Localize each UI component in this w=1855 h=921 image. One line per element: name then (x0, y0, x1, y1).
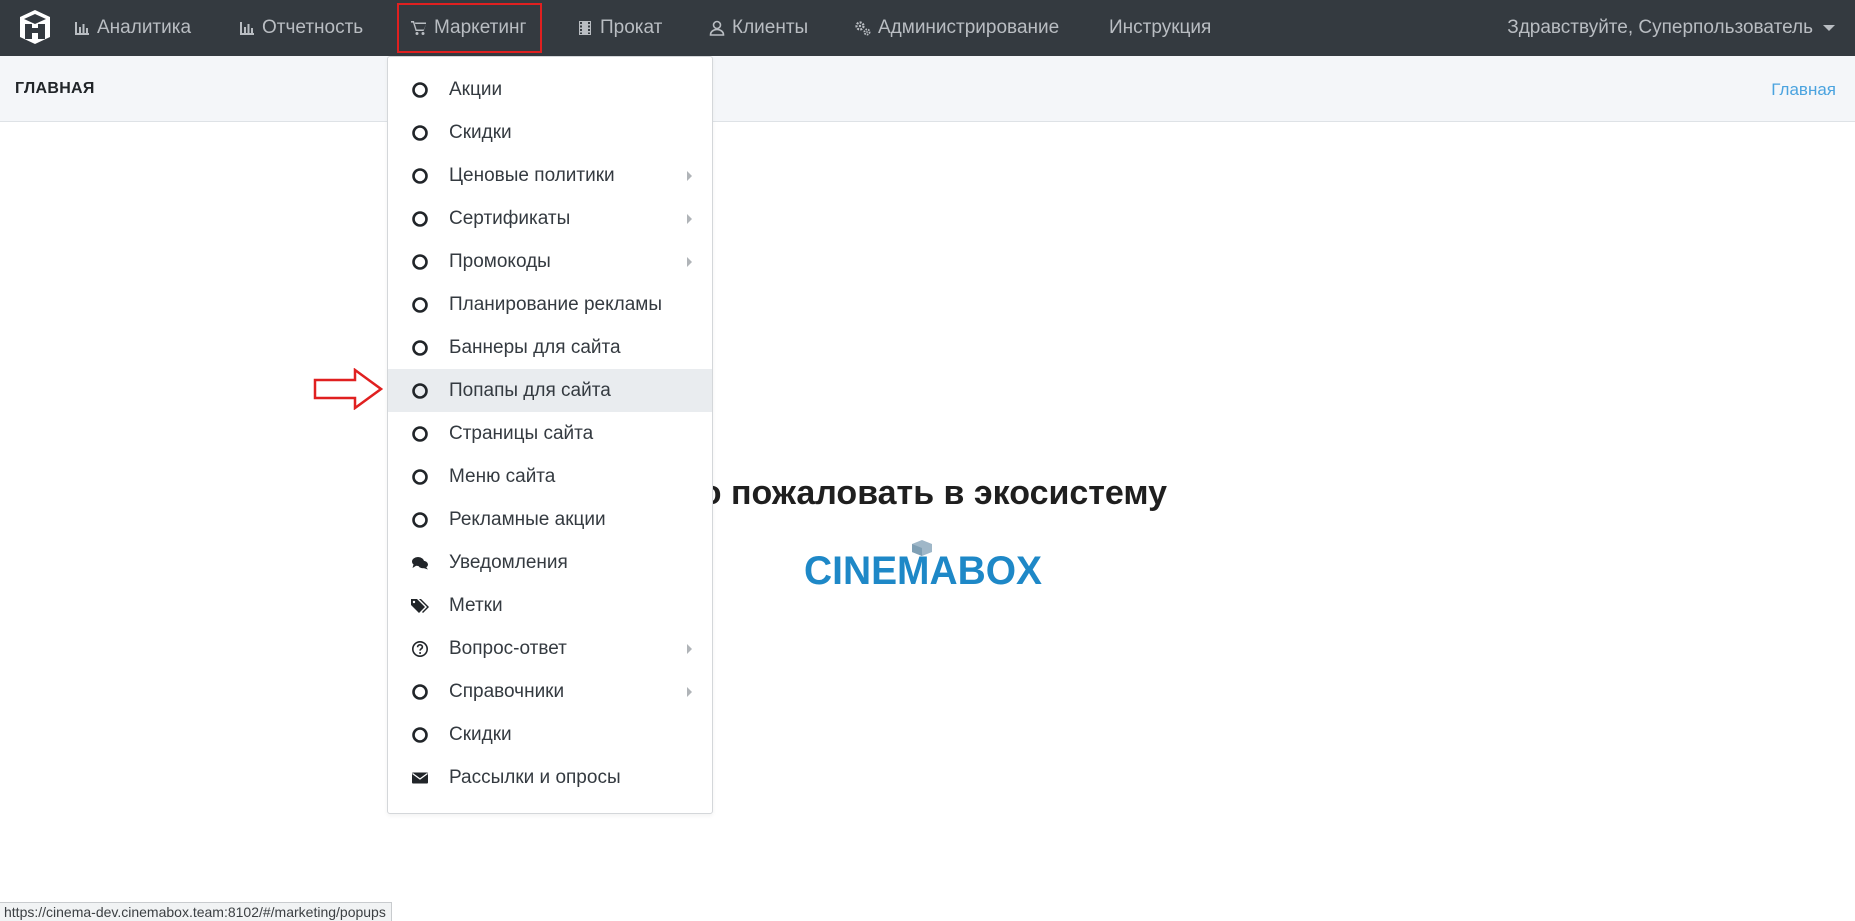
user-menu[interactable]: Здравствуйте, Суперпользователь (1507, 0, 1835, 56)
circle-outline-icon (411, 726, 429, 744)
menu-item-label: Меню сайта (449, 466, 556, 487)
circle-outline-icon (411, 339, 429, 357)
submenu-arrow-icon (687, 214, 692, 224)
app-logo-icon[interactable] (18, 9, 52, 45)
menu-item-label: Вопрос-ответ (449, 638, 567, 659)
circle-outline-icon (411, 296, 429, 314)
bar-chart-icon (75, 22, 89, 35)
nav-label: Маркетинг (434, 17, 527, 38)
menu-item-label: Планирование рекламы (449, 294, 662, 315)
film-icon (579, 21, 591, 35)
bar-chart-icon (240, 22, 254, 35)
nav-analytics[interactable]: Аналитика (74, 0, 191, 56)
nav-label: Прокат (600, 17, 663, 38)
menu-item-tags[interactable]: Метки (388, 584, 712, 627)
nav-reports[interactable]: Отчетность (239, 0, 363, 56)
cart-icon (411, 21, 426, 35)
menu-item-site-banners[interactable]: Баннеры для сайта (388, 326, 712, 369)
menu-item-ad-campaigns[interactable]: Рекламные акции (388, 498, 712, 541)
user-icon (709, 20, 725, 36)
brand-text: CINEMABOX (804, 549, 1042, 590)
menu-item-label: Уведомления (449, 552, 568, 573)
menu-item-label: Сертификаты (449, 208, 571, 229)
menu-item-discounts-2[interactable]: Скидки (388, 713, 712, 756)
top-navbar: Аналитика Отчетность Маркетинг Прокат Кл… (0, 0, 1855, 56)
submenu-arrow-icon (687, 644, 692, 654)
content-header: ГЛАВНАЯ Главная (0, 56, 1855, 122)
user-greeting: Здравствуйте, Суперпользователь (1507, 17, 1813, 38)
menu-item-label: Скидки (449, 122, 512, 143)
breadcrumb-home-link[interactable]: Главная (1771, 80, 1836, 100)
menu-item-label: Рекламные акции (449, 509, 606, 530)
nav-label: Клиенты (732, 17, 809, 38)
menu-item-directories[interactable]: Справочники (388, 670, 712, 713)
submenu-arrow-icon (687, 171, 692, 181)
circle-outline-icon (411, 210, 429, 228)
nav-label: Администрирование (878, 17, 1060, 38)
menu-item-label: Справочники (449, 681, 565, 702)
menu-item-site-popups[interactable]: Попапы для сайта (388, 369, 712, 412)
menu-item-site-pages[interactable]: Страницы сайта (388, 412, 712, 455)
nav-label: Инструкция (1109, 17, 1212, 38)
menu-item-label: Рассылки и опросы (449, 767, 621, 788)
menu-item-label: Акции (449, 79, 503, 100)
status-bar-url: https://cinema-dev.cinemabox.team:8102/#… (0, 902, 392, 921)
annotation-arrow-icon (313, 368, 383, 410)
question-circle-icon (411, 640, 429, 658)
menu-item-label: Скидки (449, 724, 512, 745)
menu-item-ad-planning[interactable]: Планирование рекламы (388, 283, 712, 326)
circle-outline-icon (411, 124, 429, 142)
page-title: ГЛАВНАЯ (15, 80, 95, 97)
circle-outline-icon (411, 468, 429, 486)
menu-item-label: Страницы сайта (449, 423, 594, 444)
menu-item-site-menu[interactable]: Меню сайта (388, 455, 712, 498)
envelope-icon (411, 769, 429, 787)
nav-administration[interactable]: Администрирование (855, 0, 1059, 56)
menu-item-mailings-surveys[interactable]: Рассылки и опросы (388, 756, 712, 799)
menu-item-price-policies[interactable]: Ценовые политики (388, 154, 712, 197)
nav-clients[interactable]: Клиенты (709, 0, 808, 56)
tags-icon (411, 597, 429, 615)
menu-item-promocodes[interactable]: Промокоды (388, 240, 712, 283)
circle-outline-icon (411, 81, 429, 99)
nav-instructions[interactable]: Инструкция (1109, 0, 1211, 56)
menu-item-discounts[interactable]: Скидки (388, 111, 712, 154)
submenu-arrow-icon (687, 687, 692, 697)
welcome-heading: ро пожаловать в экосистему (680, 474, 1168, 512)
gears-icon (855, 21, 871, 36)
circle-outline-icon (411, 425, 429, 443)
menu-item-label: Баннеры для сайта (449, 337, 621, 358)
menu-item-label: Метки (449, 595, 503, 616)
menu-item-label: Попапы для сайта (449, 380, 611, 401)
menu-item-promotions[interactable]: Акции (388, 68, 712, 111)
comments-icon (411, 554, 429, 572)
menu-item-notifications[interactable]: Уведомления (388, 541, 712, 584)
circle-outline-icon (411, 382, 429, 400)
nav-marketing[interactable]: Маркетинг (397, 3, 543, 53)
circle-outline-icon (411, 167, 429, 185)
menu-item-label: Промокоды (449, 251, 551, 272)
caret-down-icon (1823, 25, 1835, 31)
menu-item-label: Ценовые политики (449, 165, 615, 186)
circle-outline-icon (411, 683, 429, 701)
nav-rental[interactable]: Прокат (577, 0, 662, 56)
nav-label: Аналитика (97, 17, 192, 38)
nav-label: Отчетность (262, 17, 364, 38)
menu-item-certificates[interactable]: Сертификаты (388, 197, 712, 240)
circle-outline-icon (411, 511, 429, 529)
cinemabox-logo: CINEMABOX (804, 540, 1042, 590)
submenu-arrow-icon (687, 257, 692, 267)
marketing-dropdown-menu: Акции Скидки Ценовые политики Сертификат… (387, 56, 713, 814)
circle-outline-icon (411, 253, 429, 271)
menu-item-faq[interactable]: Вопрос-ответ (388, 627, 712, 670)
